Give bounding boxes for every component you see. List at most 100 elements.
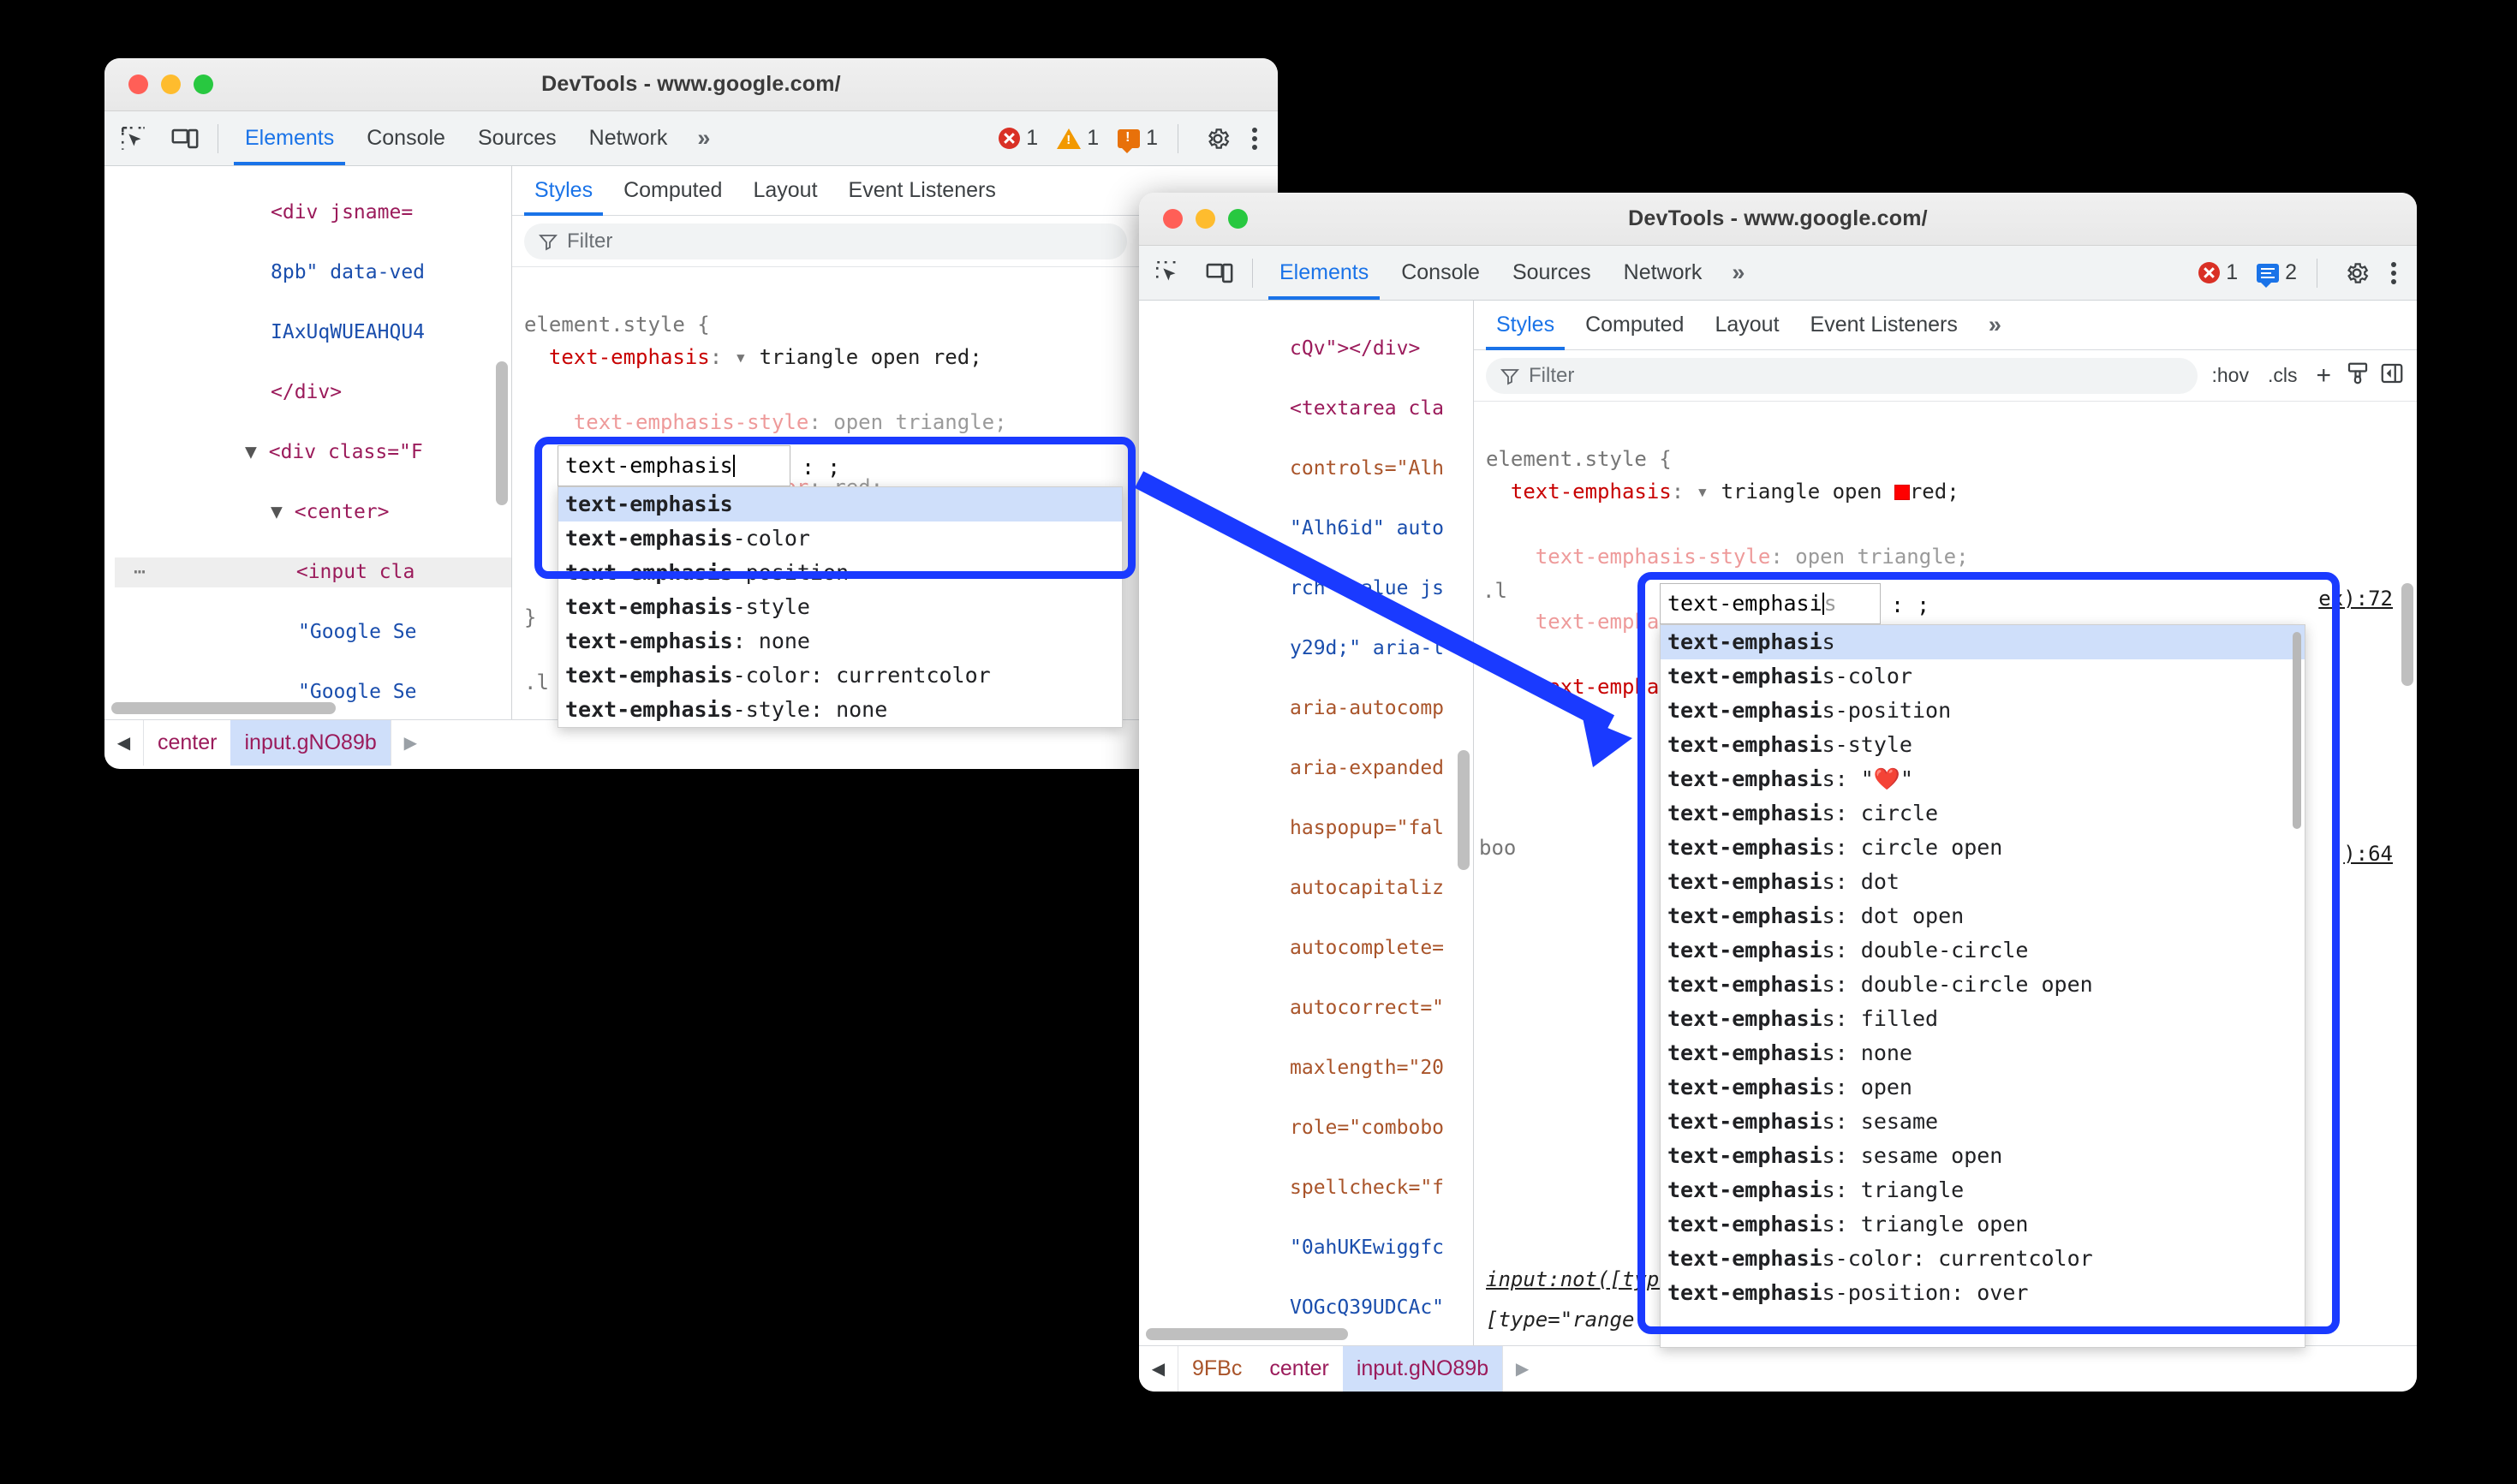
- autocomplete-item[interactable]: text-emphasis: "❤️": [1661, 762, 2305, 796]
- inspect-cursor-icon[interactable]: [1146, 251, 1190, 295]
- css-property-editor-1[interactable]: text-emphasis: [558, 445, 790, 486]
- styles-vertical-scrollbar-2[interactable]: [2401, 583, 2413, 686]
- tab-console[interactable]: Console: [1385, 246, 1496, 300]
- more-tabs-chevron-icon[interactable]: »: [1718, 246, 1758, 300]
- autocomplete-popup-2[interactable]: text-emphasis : ; text-emphasis text-emp…: [1660, 583, 2305, 1348]
- styles-more-tabs-chevron-icon[interactable]: »: [1973, 301, 2017, 349]
- breadcrumb-item-9fbc[interactable]: 9FBc: [1178, 1346, 1256, 1392]
- device-toolbar-icon[interactable]: [1197, 251, 1242, 295]
- declaration-value[interactable]: triangle open: [1721, 480, 1882, 504]
- dom-horizontal-scrollbar-1[interactable]: [111, 702, 336, 714]
- autocomplete-item[interactable]: text-emphasis: none: [558, 624, 1122, 659]
- autocomplete-item[interactable]: text-emphasis-style: [558, 590, 1122, 624]
- autocomplete-scrollbar[interactable]: [2293, 632, 2301, 829]
- css-property-editor-2[interactable]: text-emphasis: [1660, 583, 1881, 624]
- tab-network[interactable]: Network: [573, 111, 684, 165]
- breadcrumb-back-button[interactable]: ◀: [104, 720, 144, 766]
- error-count[interactable]: 1: [989, 126, 1047, 151]
- next-rule-selector[interactable]: .l: [524, 670, 549, 694]
- paintbrush-icon[interactable]: [2345, 361, 2371, 390]
- new-style-rule-button[interactable]: +: [2311, 361, 2336, 390]
- autocomplete-list-1[interactable]: text-emphasis text-emphasis-color text-e…: [558, 486, 1123, 728]
- titlebar-window-2[interactable]: DevTools - www.google.com/: [1139, 193, 2417, 246]
- tab-layout[interactable]: Layout: [1699, 301, 1794, 349]
- tab-console[interactable]: Console: [350, 111, 462, 165]
- autocomplete-item[interactable]: text-emphasis: [1661, 625, 2305, 659]
- tab-computed[interactable]: Computed: [608, 166, 737, 215]
- autocomplete-item[interactable]: text-emphasis: [558, 487, 1122, 521]
- toolbar-right-1[interactable]: 1 1 1: [989, 116, 1269, 161]
- autocomplete-item[interactable]: text-emphasis: triangle open: [1661, 1207, 2305, 1242]
- breadcrumb-forward-button[interactable]: ▶: [1502, 1346, 1542, 1392]
- autocomplete-item[interactable]: text-emphasis-color: [1661, 659, 2305, 694]
- tab-computed[interactable]: Computed: [1570, 301, 1699, 349]
- tab-event-listeners[interactable]: Event Listeners: [833, 166, 1011, 215]
- autocomplete-item[interactable]: text-emphasis-color: currentcolor: [558, 659, 1122, 693]
- error-count[interactable]: 1: [2189, 260, 2247, 285]
- next-rule-selector-fragment[interactable]: .l: [1482, 579, 1507, 603]
- warning-count[interactable]: 1: [1047, 126, 1108, 151]
- color-swatch[interactable]: [1894, 485, 1910, 500]
- breadcrumb-item-input[interactable]: input.gNO89b: [1342, 1346, 1503, 1392]
- kebab-menu-icon[interactable]: [1240, 124, 1269, 153]
- autocomplete-item[interactable]: text-emphasis-position: over: [1661, 1276, 2305, 1310]
- panel-tabs-1[interactable]: Elements Console Sources Network »: [229, 111, 724, 165]
- autocomplete-item[interactable]: text-emphasis: double-circle: [1661, 933, 2305, 968]
- toolbar-right-2[interactable]: 1 2: [2189, 251, 2408, 295]
- autocomplete-popup-1[interactable]: text-emphasis : ; text-emphasis text-emp…: [558, 445, 1123, 728]
- autocomplete-item[interactable]: text-emphasis-style: [1661, 728, 2305, 762]
- gear-icon[interactable]: [2335, 251, 2379, 295]
- inspect-cursor-icon[interactable]: [111, 116, 156, 161]
- dom-tree-pane-1[interactable]: <div jsname= 8pb" data-ved IAxUqWUEAHQU4…: [104, 166, 511, 719]
- autocomplete-item[interactable]: text-emphasis-position: [1661, 694, 2305, 728]
- dom-vertical-scrollbar-1[interactable]: [496, 361, 508, 505]
- autocomplete-item[interactable]: text-emphasis-style: none: [558, 693, 1122, 727]
- dom-vertical-scrollbar-2[interactable]: [1458, 750, 1470, 870]
- breadcrumb-forward-button[interactable]: ▶: [390, 720, 430, 766]
- device-toolbar-icon[interactable]: [163, 116, 207, 161]
- autocomplete-item[interactable]: text-emphasis: sesame: [1661, 1105, 2305, 1139]
- more-tabs-chevron-icon[interactable]: »: [683, 111, 724, 165]
- search-input[interactable]: Filter: [1486, 357, 2198, 394]
- styles-filter-row-2[interactable]: Filter :hov .cls +: [1474, 350, 2417, 402]
- autocomplete-item[interactable]: text-emphasis: none: [1661, 1036, 2305, 1070]
- cls-toggle[interactable]: .cls: [2263, 364, 2303, 387]
- issue-count[interactable]: 1: [1108, 126, 1167, 153]
- styles-tab-strip-2[interactable]: Styles Computed Layout Event Listeners »: [1474, 301, 2417, 350]
- tab-elements[interactable]: Elements: [229, 111, 350, 165]
- autocomplete-item[interactable]: text-emphasis: dot: [1661, 865, 2305, 899]
- devtools-toolbar-2[interactable]: Elements Console Sources Network » 1 2: [1139, 246, 2417, 301]
- style-source-link-2[interactable]: ):64: [2343, 842, 2393, 866]
- tab-styles[interactable]: Styles: [1481, 301, 1570, 350]
- declaration-property[interactable]: text-emphasis-style: [1536, 545, 1771, 569]
- gear-icon[interactable]: [1196, 116, 1240, 161]
- dom-tree-code-2[interactable]: cQv"></div> <textarea cla controls="Alh …: [1139, 301, 1473, 1345]
- breadcrumb-back-button[interactable]: ◀: [1139, 1346, 1178, 1392]
- declaration-property[interactable]: text-emphasis-style: [574, 410, 809, 434]
- expander-triangle-icon[interactable]: ▾: [735, 345, 747, 369]
- declaration-property[interactable]: text-emphasis: [1511, 480, 1672, 504]
- kebab-menu-icon[interactable]: [2379, 259, 2408, 288]
- tab-sources[interactable]: Sources: [1496, 246, 1607, 300]
- breadcrumb-2[interactable]: ◀ 9FBc center input.gNO89b ▶: [1139, 1345, 2417, 1392]
- declaration-value[interactable]: triangle open red;: [760, 345, 982, 369]
- expander-triangle-icon[interactable]: ▾: [1697, 480, 1709, 504]
- declaration-value[interactable]: open triangle;: [833, 410, 1006, 434]
- breadcrumb-item-input[interactable]: input.gNO89b: [230, 720, 391, 766]
- autocomplete-item[interactable]: text-emphasis: filled: [1661, 1002, 2305, 1036]
- autocomplete-item[interactable]: text-emphasis: dot open: [1661, 899, 2305, 933]
- autocomplete-list-2[interactable]: text-emphasis text-emphasis-color text-e…: [1660, 624, 2305, 1348]
- tab-elements[interactable]: Elements: [1263, 246, 1385, 300]
- devtools-toolbar-1[interactable]: Elements Console Sources Network » 1 1 1: [104, 111, 1278, 166]
- autocomplete-item[interactable]: text-emphasis: circle open: [1661, 831, 2305, 865]
- hov-toggle[interactable]: :hov: [2206, 364, 2253, 387]
- autocomplete-item[interactable]: text-emphasis: sesame open: [1661, 1139, 2305, 1173]
- tab-network[interactable]: Network: [1607, 246, 1719, 300]
- style-source-link-1[interactable]: ex):72: [2318, 587, 2393, 611]
- panel-tabs-2[interactable]: Elements Console Sources Network »: [1263, 246, 1758, 300]
- tab-event-listeners[interactable]: Event Listeners: [1795, 301, 1973, 349]
- tab-layout[interactable]: Layout: [737, 166, 832, 215]
- autocomplete-item[interactable]: text-emphasis: open: [1661, 1070, 2305, 1105]
- search-input[interactable]: Filter: [524, 223, 1128, 259]
- autocomplete-item[interactable]: text-emphasis-color: currentcolor: [1661, 1242, 2305, 1276]
